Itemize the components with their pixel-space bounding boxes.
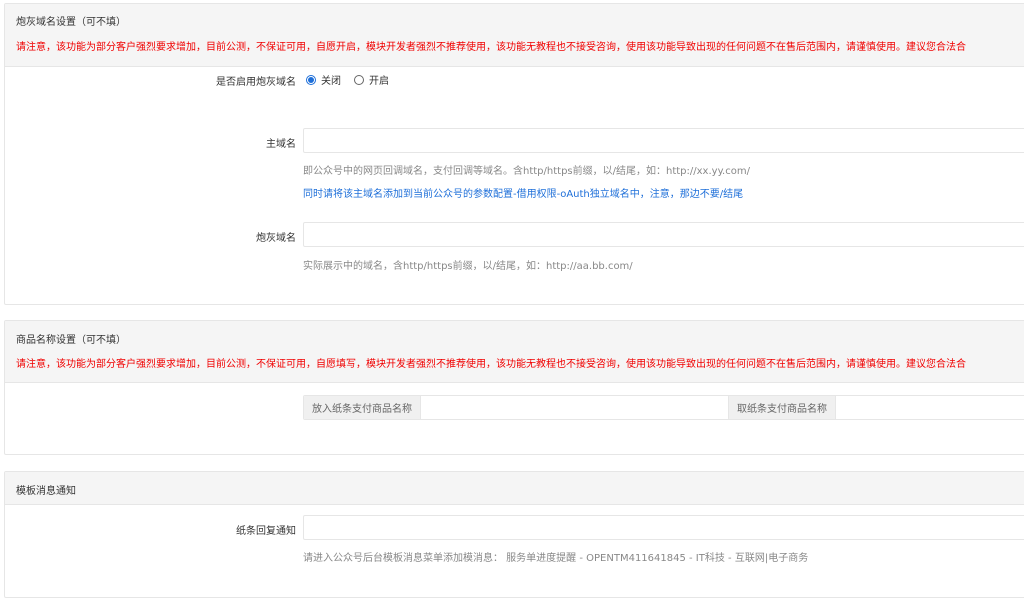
warning-text: 请注意，该功能为部分客户强烈要求增加，目前公测，不保证可用，自愿开启，模块开发者…	[16, 42, 966, 53]
enable-fodder-label: 是否启用炮灰域名	[216, 77, 296, 88]
put-product-name-group: 放入纸条支付商品名称	[303, 395, 731, 420]
main-domain-note: 同时请将该主域名添加到当前公众号的参数配置-借用权限-oAuth独立域名中，注意…	[303, 189, 744, 200]
put-product-name-addon: 放入纸条支付商品名称	[304, 396, 421, 419]
reply-notice-help: 请进入公众号后台模板消息菜单添加模消息： 服务单进度提醒 - OPENTM411…	[303, 553, 809, 564]
product-name-panel-header: 商品名称设置（可不填） 请注意，该功能为部分客户强烈要求增加，目前公测，不保证可…	[5, 321, 1024, 383]
product-name-panel: 商品名称设置（可不填） 请注意，该功能为部分客户强烈要求增加，目前公测，不保证可…	[4, 320, 1024, 455]
radio-unchecked-icon	[354, 74, 364, 85]
radio-on[interactable]: 开启	[354, 72, 389, 87]
main-domain-help: 即公众号中的网页回调域名，支付回调等域名。含http/https前缀，以/结尾，…	[303, 166, 750, 177]
fodder-domain-panel-header: 炮灰域名设置（可不填） 请注意，该功能为部分客户强烈要求增加，目前公测，不保证可…	[5, 4, 1024, 67]
panel-title: 商品名称设置（可不填）	[16, 335, 126, 346]
fodder-domain-panel: 炮灰域名设置（可不填） 请注意，该功能为部分客户强烈要求增加，目前公测，不保证可…	[4, 3, 1024, 305]
radio-on-label: 开启	[369, 76, 389, 87]
radio-checked-icon	[306, 74, 316, 85]
enable-fodder-radio-group: 关闭 开启	[306, 72, 402, 87]
radio-off[interactable]: 关闭	[306, 72, 341, 87]
main-domain-label: 主域名	[266, 139, 296, 150]
panel-title: 炮灰域名设置（可不填）	[16, 17, 126, 28]
fodder-domain-label: 炮灰域名	[256, 233, 296, 244]
template-message-panel: 模板消息通知 纸条回复通知 请进入公众号后台模板消息菜单添加模消息： 服务单进度…	[4, 471, 1024, 598]
fodder-domain-input[interactable]	[303, 222, 1024, 247]
fodder-domain-help: 实际展示中的域名，含http/https前缀，以/结尾，如：http://aa.…	[303, 261, 633, 272]
main-domain-input[interactable]	[303, 128, 1024, 153]
panel-title: 模板消息通知	[16, 486, 76, 497]
take-product-name-input[interactable]	[836, 396, 1024, 419]
reply-notice-input[interactable]	[303, 515, 1024, 540]
take-product-name-addon: 取纸条支付商品名称	[729, 396, 836, 419]
reply-notice-label: 纸条回复通知	[236, 526, 296, 537]
put-product-name-input[interactable]	[421, 396, 730, 419]
template-message-panel-header: 模板消息通知	[5, 472, 1024, 505]
take-product-name-group: 取纸条支付商品名称	[728, 395, 1024, 420]
warning-text: 请注意，该功能为部分客户强烈要求增加，目前公测，不保证可用，自愿填写，模块开发者…	[16, 359, 966, 370]
radio-off-label: 关闭	[321, 76, 341, 87]
